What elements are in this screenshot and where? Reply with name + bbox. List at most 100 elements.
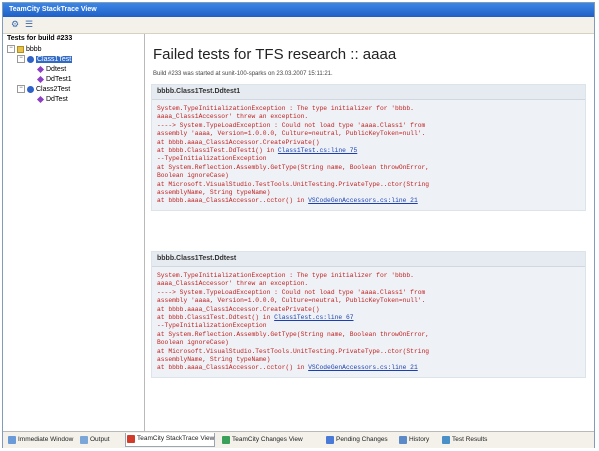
tree-node-class2-ddtest[interactable]: DdTest: [36, 95, 68, 104]
stack-trace-line: ----> System.TypeLoadException : Could n…: [157, 122, 580, 130]
output-icon: [80, 436, 88, 444]
stack-trace-line: at Microsoft.VisualStudio.TestTools.Unit…: [157, 348, 580, 356]
tab-label: Pending Changes: [336, 436, 388, 443]
stack-trace-text: ----> System.TypeLoadException : Could n…: [157, 121, 426, 129]
tree-node-class1test[interactable]: − Class1Test: [17, 55, 73, 64]
stack-trace-line: --TypeInitializationException: [157, 322, 580, 330]
tree-node-label: bbbb: [26, 46, 42, 53]
tree-node-ddtest[interactable]: Ddtest: [36, 65, 66, 74]
tool-window: TeamCity StackTrace View ⚙ ☰ Tests for b…: [2, 2, 595, 448]
test-tree: Tests for build #233 − bbbb − Class1Test D…: [3, 34, 145, 431]
bottom-tab-strip: Immediate Window Output TeamCity StackTrac…: [3, 431, 594, 448]
collapse-icon[interactable]: −: [17, 85, 25, 94]
stack-trace-text: aaaa_Class1Accessor' threw an exception.: [157, 280, 309, 288]
tab-label: Immediate Window: [18, 436, 74, 443]
history-icon: [399, 436, 407, 444]
stack-trace-text: at bbbb.Class1Test.DdTest1() in: [157, 147, 278, 155]
stack-trace-text: aaaa_Class1Accessor' threw an exception.: [157, 113, 309, 121]
tab-label: Test Results: [452, 436, 488, 443]
tab-immediate-window[interactable]: Immediate Window: [7, 434, 73, 446]
window-title: TeamCity StackTrace View: [3, 3, 594, 17]
stack-trace-line: Boolean ignoreCase): [157, 339, 580, 347]
stack-trace-line: assemblyName, String typeName): [157, 356, 580, 364]
failure-block: bbbb.Class1Test.Ddtest System.TypeInitia…: [151, 251, 586, 378]
tree-node-label: Class1Test: [36, 56, 73, 63]
stack-trace-line: assembly 'aaaa, Version=1.0.0.0, Culture…: [157, 297, 580, 305]
stack-trace-text: at System.Reflection.Assembly.GetType(St…: [157, 163, 430, 171]
tree-node-class2test[interactable]: − Class2Test: [17, 85, 70, 94]
tab-pending-changes[interactable]: Pending Changes: [325, 434, 388, 446]
failure-block: bbbb.Class1Test.Ddtest1 System.TypeIniti…: [151, 84, 586, 211]
toolbar: ⚙ ☰: [3, 17, 594, 34]
stack-trace-line: at bbbb.aaaa_Class1Accessor.CreatePrivat…: [157, 306, 580, 314]
stack-trace-text: at bbbb.aaaa_Class1Accessor..cctor() in: [157, 364, 309, 372]
stack-trace-line: at bbbb.aaaa_Class1Accessor.CreatePrivat…: [157, 139, 580, 147]
stack-trace-line: at bbbb.Class1Test.Ddtest() in Class1Tes…: [157, 314, 580, 322]
tab-label: TeamCity StackTrace View: [137, 435, 215, 442]
method-icon: [36, 65, 45, 73]
stack-trace-text: assemblyName, String typeName): [157, 189, 271, 197]
build-info: Build #233 was started at sunit-100-spar…: [153, 71, 333, 77]
stack-trace-line: at bbbb.aaaa_Class1Accessor..cctor() in …: [157, 197, 580, 205]
changes-icon: [222, 436, 230, 444]
stack-trace-text: at bbbb.aaaa_Class1Accessor..cctor() in: [157, 197, 309, 205]
tab-teamcity[interactable]: TeamCity StackTrace View: [125, 433, 216, 447]
stack-trace-line: assemblyName, String typeName): [157, 189, 580, 197]
tree-node-label: DdTest1: [46, 76, 72, 83]
stack-trace-line: ----> System.TypeLoadException : Could n…: [157, 289, 580, 297]
method-icon: [36, 95, 45, 103]
stack-trace-line: aaaa_Class1Accessor' threw an exception.: [157, 113, 580, 121]
stack-trace-line: assembly 'aaaa, Version=1.0.0.0, Culture…: [157, 130, 580, 138]
stack-trace-text: Boolean ignoreCase): [157, 339, 229, 347]
stack-trace-text: at bbbb.aaaa_Class1Accessor.CreatePrivat…: [157, 305, 320, 313]
stack-trace-text: at bbbb.Class1Test.Ddtest() in: [157, 314, 275, 322]
source-link[interactable]: VSCodeGenAccessors.cs:line 21: [308, 197, 418, 204]
stack-trace-text: assembly 'aaaa, Version=1.0.0.0, Culture…: [157, 130, 426, 138]
test-results-icon: [442, 436, 450, 444]
stack-trace-line: at bbbb.aaaa_Class1Accessor..cctor() in …: [157, 364, 580, 372]
stack-trace: System.TypeInitializationException : The…: [152, 100, 585, 210]
stack-trace-text: System.TypeInitializationException : The…: [157, 272, 414, 279]
stack-trace-text: at Microsoft.VisualStudio.TestTools.Unit…: [157, 347, 430, 355]
stack-trace-text: ----> System.TypeLoadException : Could n…: [157, 288, 426, 296]
source-link[interactable]: Class1Test.cs:line 75: [278, 147, 357, 154]
source-link[interactable]: Class1Test.cs:line 67: [274, 314, 353, 321]
collapse-icon[interactable]: −: [17, 55, 25, 64]
folder-icon: [17, 45, 24, 53]
tab-test-results[interactable]: Test Results: [441, 434, 487, 446]
immediate-window-icon: [8, 436, 16, 444]
tree-header: Tests for build #233: [7, 35, 73, 42]
pending-changes-icon: [326, 436, 334, 444]
stack-trace-text: --TypeInitializationException: [157, 322, 267, 330]
stack-trace-text: at System.Reflection.Assembly.GetType(St…: [157, 330, 430, 338]
page-title: Failed tests for TFS research :: aaaa: [153, 46, 397, 63]
stack-trace-line: System.TypeInitializationException : The…: [157, 105, 580, 113]
class-icon: [27, 85, 34, 93]
stack-trace-line: Boolean ignoreCase): [157, 172, 580, 180]
list-icon[interactable]: ☰: [23, 19, 35, 30]
class-icon: [27, 55, 34, 63]
stack-trace-line: --TypeInitializationException: [157, 155, 580, 163]
collapse-icon[interactable]: −: [7, 45, 15, 54]
source-link[interactable]: VSCodeGenAccessors.cs:line 21: [308, 364, 418, 371]
tab-output[interactable]: Output: [79, 434, 110, 446]
stack-trace-text: at Microsoft.VisualStudio.TestTools.Unit…: [157, 180, 430, 188]
tab-history[interactable]: History: [398, 434, 429, 446]
tree-node-label: DdTest: [46, 96, 68, 103]
tab-changes[interactable]: TeamCity Changes View: [221, 434, 303, 446]
tree-node-label: Class2Test: [36, 86, 71, 93]
stack-trace-line: at Microsoft.VisualStudio.TestTools.Unit…: [157, 181, 580, 189]
tab-label: Output: [90, 436, 110, 443]
stack-trace: System.TypeInitializationException : The…: [152, 267, 585, 377]
stack-trace-text: assemblyName, String typeName): [157, 356, 271, 364]
tree-node-bbbb[interactable]: − bbbb: [7, 45, 42, 54]
stack-trace-text: System.TypeInitializationException : The…: [157, 105, 414, 112]
failure-test-name: bbbb.Class1Test.Ddtest1: [152, 85, 585, 100]
settings-icon[interactable]: ⚙: [9, 19, 21, 30]
tab-label: History: [409, 436, 430, 443]
failure-test-name: bbbb.Class1Test.Ddtest: [152, 252, 585, 267]
tree-node-ddtest1[interactable]: DdTest1: [36, 75, 72, 84]
stack-trace-text: assembly 'aaaa, Version=1.0.0.0, Culture…: [157, 297, 426, 305]
teamcity-icon: [127, 435, 135, 443]
stack-trace-line: at bbbb.Class1Test.DdTest1() in Class1Te…: [157, 147, 580, 155]
